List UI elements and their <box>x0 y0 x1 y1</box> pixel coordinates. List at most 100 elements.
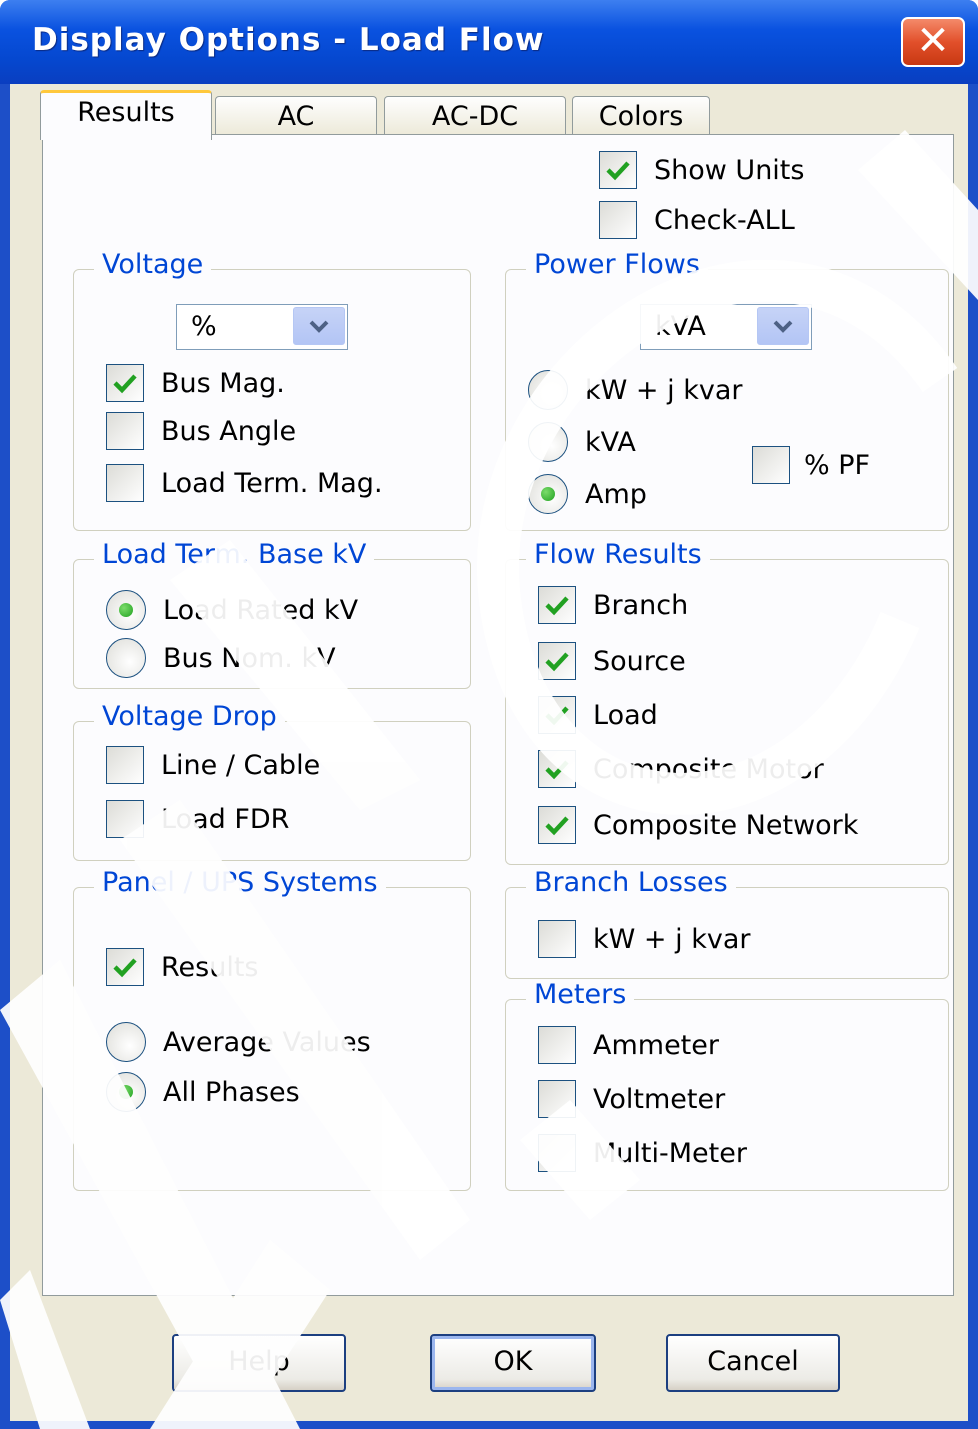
bus-nom-kv-option[interactable]: Bus Nom. kV <box>106 638 336 678</box>
panel-results-label: Results <box>161 951 259 983</box>
percent-pf-option[interactable]: % PF <box>752 446 870 484</box>
pf-amp-option[interactable]: Amp <box>528 474 647 514</box>
voltmeter-label: Voltmeter <box>593 1083 726 1115</box>
panel-ups-legend: Panel / UPS Systems <box>94 867 386 898</box>
pf-kva-radio[interactable] <box>528 422 568 462</box>
voltage-drop-legend: Voltage Drop <box>94 701 285 732</box>
composite-motor-label: Composite Motor <box>593 753 824 785</box>
pf-kw-kvar-option[interactable]: kW + j kvar <box>528 370 742 410</box>
source-label: Source <box>593 645 686 677</box>
ok-button[interactable]: OK <box>430 1334 596 1392</box>
composite-network-option[interactable]: Composite Network <box>538 806 858 844</box>
composite-network-checkbox[interactable] <box>538 806 576 844</box>
meters-group: Meters Ammeter Voltmeter Multi-Meter <box>505 979 949 1191</box>
power-flows-unit-value: kVA <box>655 311 706 342</box>
voltage-unit-select[interactable]: % <box>176 304 348 350</box>
average-values-radio[interactable] <box>106 1022 146 1062</box>
bus-angle-option[interactable]: Bus Angle <box>106 412 296 450</box>
ammeter-option[interactable]: Ammeter <box>538 1026 719 1064</box>
branch-label: Branch <box>593 589 689 621</box>
source-checkbox[interactable] <box>538 642 576 680</box>
tab-colors[interactable]: Colors <box>572 96 710 136</box>
percent-pf-checkbox[interactable] <box>752 446 790 484</box>
panel-ups-group: Panel / UPS Systems Results Average Valu… <box>73 867 471 1191</box>
radio-dot-icon <box>119 1085 133 1099</box>
chevron-down-icon[interactable] <box>757 307 809 345</box>
load-term-base-kv-group: Load Term. Base kV Load Rated kV Bus Nom… <box>73 539 471 689</box>
composite-motor-option[interactable]: Composite Motor <box>538 750 824 788</box>
branch-checkbox[interactable] <box>538 586 576 624</box>
load-fdr-option[interactable]: Load FDR <box>106 800 289 838</box>
bus-nom-kv-radio[interactable] <box>106 638 146 678</box>
check-all-checkbox[interactable] <box>599 201 637 239</box>
multi-meter-option[interactable]: Multi-Meter <box>538 1134 747 1172</box>
voltage-unit-value: % <box>191 311 217 342</box>
bus-angle-checkbox[interactable] <box>106 412 144 450</box>
line-cable-label: Line / Cable <box>161 749 321 781</box>
pf-kw-kvar-radio[interactable] <box>528 370 568 410</box>
power-flows-unit-select[interactable]: kVA <box>640 304 812 350</box>
close-icon[interactable]: ✕ <box>901 17 965 67</box>
check-all-option[interactable]: Check-ALL <box>599 201 795 239</box>
all-phases-option[interactable]: All Phases <box>106 1072 300 1112</box>
all-phases-radio[interactable] <box>106 1072 146 1112</box>
load-fdr-label: Load FDR <box>161 803 290 835</box>
load-rated-kv-label: Load Rated kV <box>163 594 359 626</box>
bus-nom-kv-label: Bus Nom. kV <box>163 642 336 674</box>
tab-ac-dc[interactable]: AC-DC <box>384 96 566 136</box>
multi-meter-checkbox[interactable] <box>538 1134 576 1172</box>
losses-kw-kvar-checkbox[interactable] <box>538 920 576 958</box>
average-values-label: Average Values <box>163 1026 371 1058</box>
results-tab-panel: Show Units Check-ALL Voltage % Bus Mag. <box>42 134 954 1296</box>
flow-results-group: Flow Results Branch Source Load Composit… <box>505 539 949 865</box>
display-options-dialog: Display Options - Load Flow ✕ Results AC… <box>0 0 978 1429</box>
chevron-down-icon[interactable] <box>293 307 345 345</box>
power-flows-group: Power Flows kVA kW + j kvar kVA Amp % PF <box>505 249 949 531</box>
load-label: Load <box>593 699 658 731</box>
load-fdr-checkbox[interactable] <box>106 800 144 838</box>
tab-results[interactable]: Results <box>40 90 212 140</box>
dialog-client: Results AC AC-DC Colors Show Units Check… <box>10 84 968 1421</box>
cancel-button[interactable]: Cancel <box>666 1334 840 1392</box>
load-option[interactable]: Load <box>538 696 658 734</box>
voltage-drop-group: Voltage Drop Line / Cable Load FDR <box>73 701 471 861</box>
pf-kva-option[interactable]: kVA <box>528 422 636 462</box>
bus-mag-option[interactable]: Bus Mag. <box>106 364 285 402</box>
title-bar[interactable]: Display Options - Load Flow ✕ <box>0 0 978 84</box>
average-values-option[interactable]: Average Values <box>106 1022 371 1062</box>
show-units-checkbox[interactable] <box>599 151 637 189</box>
voltmeter-checkbox[interactable] <box>538 1080 576 1118</box>
line-cable-option[interactable]: Line / Cable <box>106 746 320 784</box>
radio-dot-icon <box>541 487 555 501</box>
load-term-mag-label: Load Term. Mag. <box>161 467 383 499</box>
load-term-mag-checkbox[interactable] <box>106 464 144 502</box>
percent-pf-label: % PF <box>804 449 871 481</box>
line-cable-checkbox[interactable] <box>106 746 144 784</box>
panel-results-option[interactable]: Results <box>106 948 259 986</box>
show-units-option[interactable]: Show Units <box>599 151 804 189</box>
bus-mag-checkbox[interactable] <box>106 364 144 402</box>
load-rated-kv-radio[interactable] <box>106 590 146 630</box>
help-button[interactable]: Help <box>172 1334 346 1392</box>
panel-results-checkbox[interactable] <box>106 948 144 986</box>
meters-legend: Meters <box>526 979 635 1010</box>
ammeter-label: Ammeter <box>593 1029 719 1061</box>
pf-amp-label: Amp <box>585 478 647 510</box>
composite-motor-checkbox[interactable] <box>538 750 576 788</box>
source-option[interactable]: Source <box>538 642 686 680</box>
voltage-legend: Voltage <box>94 249 212 280</box>
branch-option[interactable]: Branch <box>538 586 688 624</box>
load-term-mag-option[interactable]: Load Term. Mag. <box>106 464 383 502</box>
losses-kw-kvar-option[interactable]: kW + j kvar <box>538 920 750 958</box>
check-all-label: Check-ALL <box>654 204 795 236</box>
ammeter-checkbox[interactable] <box>538 1026 576 1064</box>
load-checkbox[interactable] <box>538 696 576 734</box>
pf-amp-radio[interactable] <box>528 474 568 514</box>
load-rated-kv-option[interactable]: Load Rated kV <box>106 590 358 630</box>
bus-mag-label: Bus Mag. <box>161 367 285 399</box>
power-flows-legend: Power Flows <box>526 249 708 280</box>
tab-ac[interactable]: AC <box>215 96 377 136</box>
voltage-group: Voltage % Bus Mag. Bus Angle Load Term. … <box>73 249 471 531</box>
radio-dot-icon <box>119 603 133 617</box>
voltmeter-option[interactable]: Voltmeter <box>538 1080 725 1118</box>
